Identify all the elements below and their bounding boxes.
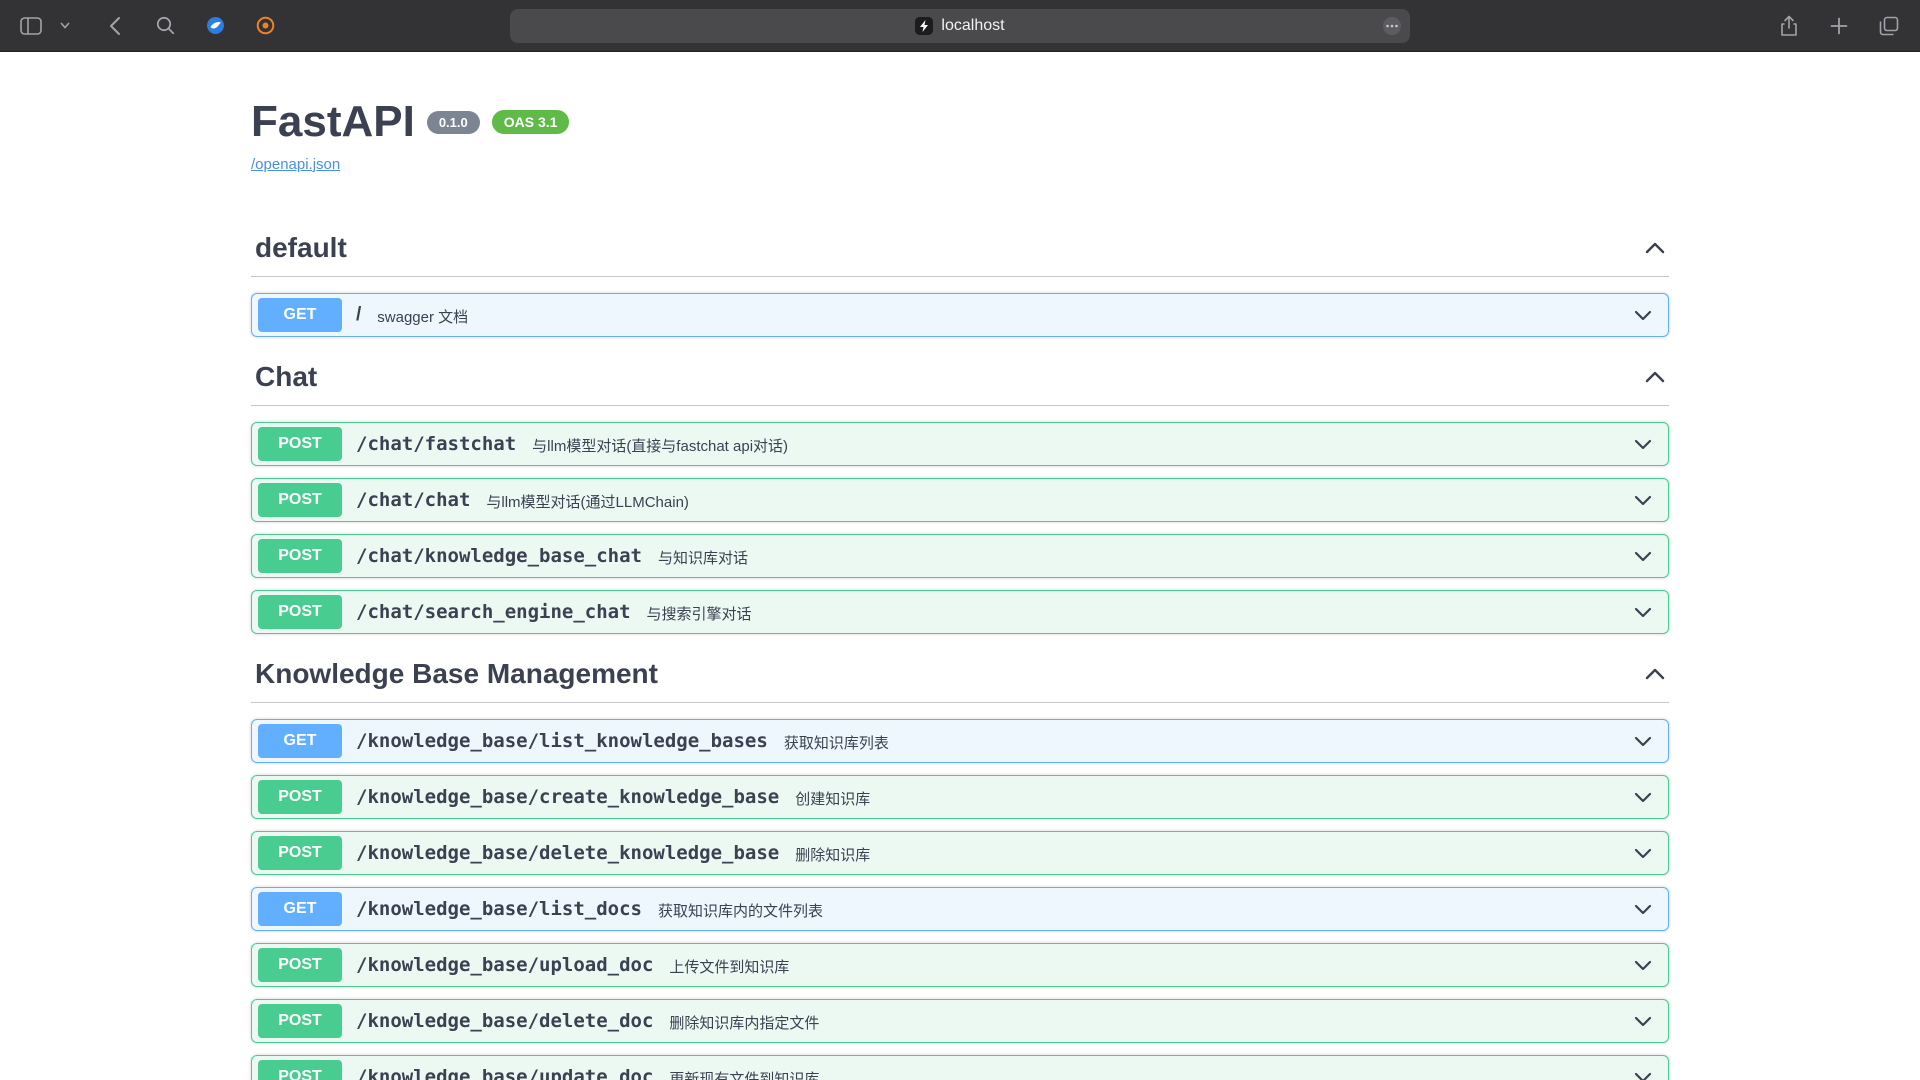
api-tag-section: Chat POST /chat/fastchat 与llm模型对话(直接与fas… <box>251 355 1669 634</box>
operations-list: GET / swagger 文档 <box>251 293 1669 337</box>
endpoint-path: /knowledge_base/update_doc <box>356 1066 653 1080</box>
site-favicon <box>915 17 933 35</box>
section-header[interactable]: Chat <box>251 355 1669 406</box>
swagger-ui-page: FastAPI 0.1.0 OAS 3.1 /openapi.json defa… <box>251 52 1669 1080</box>
endpoint-path: /knowledge_base/create_knowledge_base <box>356 786 779 808</box>
endpoint-row[interactable]: POST /chat/search_engine_chat 与搜索引擎对话 <box>251 590 1669 634</box>
expand-chevron-down-icon[interactable] <box>1634 904 1652 915</box>
expand-chevron-down-icon[interactable] <box>1634 848 1652 859</box>
endpoint-summary: 创建知识库 <box>795 786 870 809</box>
operations-list: POST /chat/fastchat 与llm模型对话(直接与fastchat… <box>251 422 1669 634</box>
expand-chevron-down-icon[interactable] <box>1634 607 1652 618</box>
endpoint-summary: swagger 文档 <box>377 304 468 327</box>
pinned-tab-blue-icon[interactable] <box>202 13 228 39</box>
expand-chevron-down-icon[interactable] <box>1634 495 1652 506</box>
endpoint-path: / <box>356 304 361 326</box>
tab-overview-icon[interactable] <box>1876 13 1902 39</box>
endpoint-row[interactable]: POST /knowledge_base/upload_doc 上传文件到知识库 <box>251 943 1669 987</box>
oas-badge: OAS 3.1 <box>492 110 570 134</box>
expand-chevron-down-icon[interactable] <box>1634 792 1652 803</box>
endpoint-summary: 上传文件到知识库 <box>669 954 789 977</box>
endpoint-path: /chat/knowledge_base_chat <box>356 545 642 567</box>
collapse-chevron-up-icon[interactable] <box>1645 668 1665 680</box>
browser-toolbar: localhost <box>0 0 1920 52</box>
endpoint-summary: 获取知识库列表 <box>784 730 889 753</box>
section-title: Chat <box>255 361 317 393</box>
back-icon[interactable] <box>102 13 128 39</box>
pinned-tab-orange-icon[interactable] <box>252 13 278 39</box>
endpoint-path: /chat/chat <box>356 489 470 511</box>
api-tag-section: Knowledge Base Management GET /knowledge… <box>251 652 1669 1080</box>
url-text: localhost <box>941 17 1004 35</box>
endpoint-summary: 与llm模型对话(直接与fastchat api对话) <box>532 433 788 456</box>
endpoint-summary: 删除知识库 <box>795 842 870 865</box>
endpoint-path: /chat/fastchat <box>356 433 516 455</box>
expand-chevron-down-icon[interactable] <box>1634 1072 1652 1080</box>
section-header[interactable]: Knowledge Base Management <box>251 652 1669 703</box>
endpoint-summary: 与知识库对话 <box>658 545 748 568</box>
page-settings-icon[interactable] <box>1382 16 1402 41</box>
version-badge: 0.1.0 <box>427 111 480 134</box>
endpoint-row[interactable]: POST /chat/chat 与llm模型对话(通过LLMChain) <box>251 478 1669 522</box>
method-badge: GET <box>258 298 342 332</box>
section-header[interactable]: default <box>251 226 1669 277</box>
endpoint-row[interactable]: GET / swagger 文档 <box>251 293 1669 337</box>
page-title: FastAPI <box>251 98 415 146</box>
toolbar-right <box>1776 13 1902 39</box>
endpoint-row[interactable]: POST /chat/knowledge_base_chat 与知识库对话 <box>251 534 1669 578</box>
endpoint-row[interactable]: POST /knowledge_base/create_knowledge_ba… <box>251 775 1669 819</box>
endpoint-summary: 与llm模型对话(通过LLMChain) <box>486 489 689 512</box>
search-icon[interactable] <box>152 13 178 39</box>
collapse-chevron-up-icon[interactable] <box>1645 242 1665 254</box>
expand-chevron-down-icon[interactable] <box>1634 310 1652 321</box>
endpoint-row[interactable]: POST /knowledge_base/update_doc 更新现有文件到知… <box>251 1055 1669 1080</box>
collapse-chevron-up-icon[interactable] <box>1645 371 1665 383</box>
method-badge: GET <box>258 724 342 758</box>
endpoint-row[interactable]: POST /knowledge_base/delete_knowledge_ba… <box>251 831 1669 875</box>
api-info: FastAPI 0.1.0 OAS 3.1 /openapi.json <box>251 52 1669 174</box>
api-tag-section: default GET / swagger 文档 <box>251 226 1669 337</box>
endpoint-path: /knowledge_base/delete_doc <box>356 1010 653 1032</box>
endpoint-row[interactable]: POST /knowledge_base/delete_doc 删除知识库内指定… <box>251 999 1669 1043</box>
method-badge: POST <box>258 1060 342 1080</box>
endpoint-summary: 与搜索引擎对话 <box>647 601 752 624</box>
new-tab-icon[interactable] <box>1826 13 1852 39</box>
sidebar-toggle-icon[interactable] <box>18 13 44 39</box>
toolbar-left <box>18 13 278 39</box>
operations-list: GET /knowledge_base/list_knowledge_bases… <box>251 719 1669 1080</box>
expand-chevron-down-icon[interactable] <box>1634 736 1652 747</box>
endpoint-path: /chat/search_engine_chat <box>356 601 631 623</box>
endpoint-summary: 删除知识库内指定文件 <box>669 1010 819 1033</box>
share-icon[interactable] <box>1776 13 1802 39</box>
endpoint-summary: 更新现有文件到知识库 <box>669 1066 819 1080</box>
expand-chevron-down-icon[interactable] <box>1634 1016 1652 1027</box>
method-badge: POST <box>258 539 342 573</box>
endpoint-summary: 获取知识库内的文件列表 <box>658 898 823 921</box>
method-badge: POST <box>258 427 342 461</box>
section-title: default <box>255 232 347 264</box>
expand-chevron-down-icon[interactable] <box>1634 439 1652 450</box>
endpoint-path: /knowledge_base/list_knowledge_bases <box>356 730 768 752</box>
endpoint-path: /knowledge_base/delete_knowledge_base <box>356 842 779 864</box>
endpoint-row[interactable]: POST /chat/fastchat 与llm模型对话(直接与fastchat… <box>251 422 1669 466</box>
endpoint-row[interactable]: GET /knowledge_base/list_knowledge_bases… <box>251 719 1669 763</box>
method-badge: POST <box>258 595 342 629</box>
method-badge: GET <box>258 892 342 926</box>
expand-chevron-down-icon[interactable] <box>1634 551 1652 562</box>
method-badge: POST <box>258 836 342 870</box>
endpoint-path: /knowledge_base/list_docs <box>356 898 642 920</box>
method-badge: POST <box>258 780 342 814</box>
address-bar[interactable]: localhost <box>510 9 1410 43</box>
section-title: Knowledge Base Management <box>255 658 658 690</box>
method-badge: POST <box>258 948 342 982</box>
method-badge: POST <box>258 1004 342 1038</box>
endpoint-row[interactable]: GET /knowledge_base/list_docs 获取知识库内的文件列… <box>251 887 1669 931</box>
endpoint-path: /knowledge_base/upload_doc <box>356 954 653 976</box>
method-badge: POST <box>258 483 342 517</box>
sections-container: default GET / swagger 文档 Chat <box>251 226 1669 1080</box>
openapi-spec-link[interactable]: /openapi.json <box>251 156 340 173</box>
chevron-down-icon[interactable] <box>52 13 78 39</box>
expand-chevron-down-icon[interactable] <box>1634 960 1652 971</box>
